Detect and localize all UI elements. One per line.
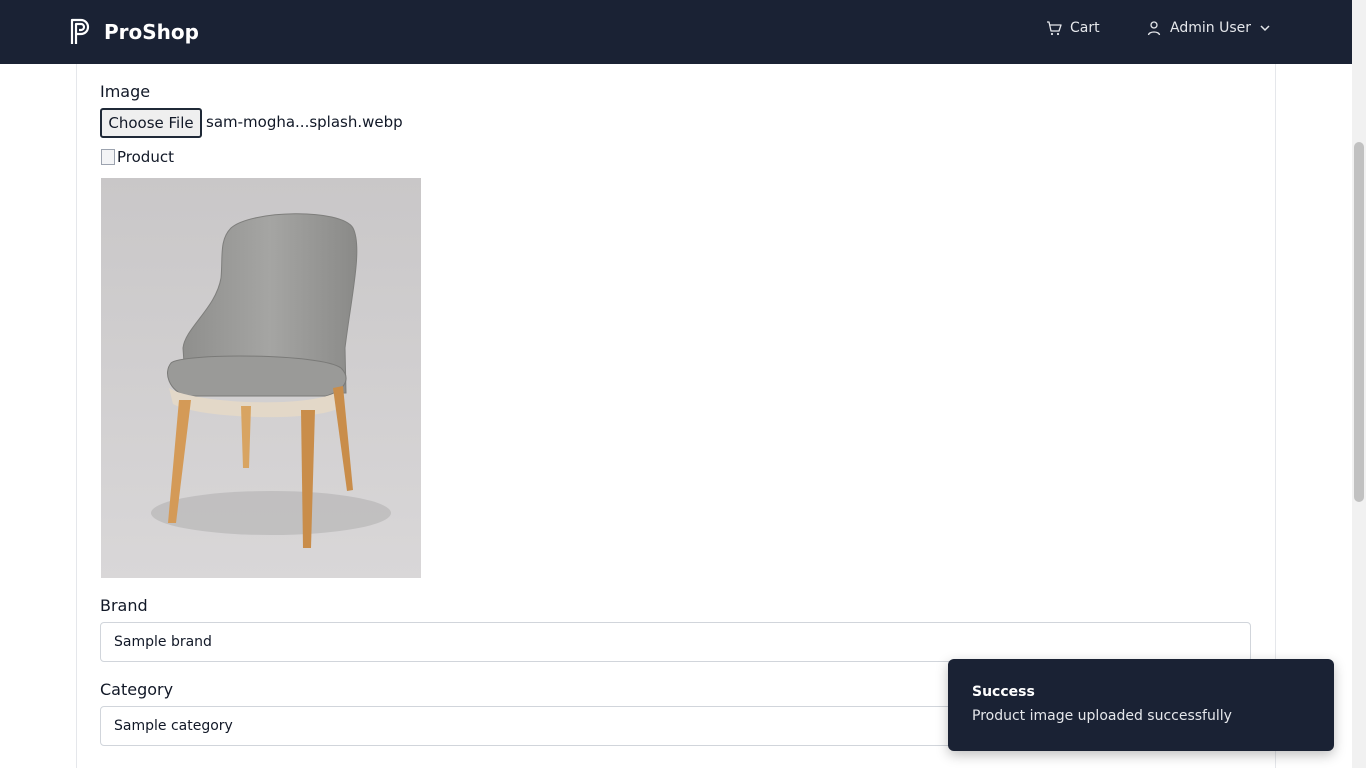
user-icon [1147, 21, 1161, 36]
success-toast[interactable]: Success Product image uploaded successfu… [948, 659, 1334, 751]
proshop-logo-icon [70, 18, 90, 44]
cart-icon [1047, 21, 1062, 36]
user-label: Admin User [1170, 20, 1251, 36]
product-image [101, 178, 421, 578]
chevron-down-icon [1260, 25, 1270, 32]
choose-file-button[interactable]: Choose File [100, 108, 202, 138]
category-label: Category [100, 680, 174, 699]
page-scrollbar[interactable] [1352, 0, 1366, 768]
broken-product-image: Product [101, 148, 174, 166]
toast-title: Success [972, 684, 1035, 700]
scrollbar-thumb[interactable] [1354, 142, 1364, 502]
broken-image-icon [101, 149, 115, 165]
brand-name: ProShop [104, 20, 199, 44]
brand-input[interactable]: Sample brand [100, 622, 1251, 662]
brand-label: Brand [100, 596, 148, 615]
image-label: Image [100, 82, 151, 101]
file-name: sam-mogha...splash.webp [206, 113, 403, 131]
cart-link[interactable]: Cart [1046, 20, 1100, 36]
brand-link[interactable]: ProShop [70, 18, 199, 46]
cart-label: Cart [1070, 20, 1100, 36]
user-menu[interactable]: Admin User [1146, 20, 1271, 36]
toast-message: Product image uploaded successfully [972, 708, 1232, 724]
broken-image-alt: Product [117, 148, 174, 166]
navbar: ProShop Cart Admin User [0, 0, 1352, 64]
